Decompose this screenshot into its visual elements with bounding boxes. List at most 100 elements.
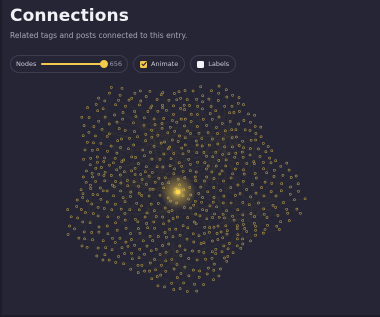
graph-node[interactable] [138,89,142,93]
graph-node[interactable] [213,212,216,216]
graph-node[interactable] [294,174,298,178]
graph-node[interactable] [249,120,252,124]
graph-node[interactable] [216,238,220,241]
graph-node[interactable] [273,168,276,172]
graph-node[interactable] [141,148,145,152]
graph-node[interactable] [94,134,97,138]
graph-node[interactable] [270,182,274,185]
graph-node[interactable] [208,230,211,234]
graph-node[interactable] [90,231,94,234]
graph-node[interactable] [87,116,91,119]
graph-node[interactable] [90,171,94,175]
graph-node[interactable] [185,98,189,101]
graph-node[interactable] [178,287,182,290]
graph-node[interactable] [138,103,141,107]
graph-node[interactable] [120,137,123,141]
graph-node[interactable] [175,98,179,102]
graph-node[interactable] [123,212,127,215]
graph-node[interactable] [172,288,176,291]
graph-node[interactable] [151,239,154,242]
graph-node[interactable] [115,151,119,155]
graph-node[interactable] [231,172,234,176]
graph-node[interactable] [112,194,115,198]
graph-node[interactable] [124,226,128,230]
graph-node[interactable] [113,113,116,117]
graph-node[interactable] [207,97,211,101]
graph-node[interactable] [119,189,122,193]
graph-node[interactable] [205,272,209,276]
graph-node[interactable] [91,238,94,242]
graph-node[interactable] [81,192,85,196]
graph-node[interactable] [245,188,248,191]
graph-node[interactable] [134,217,137,221]
graph-node[interactable] [205,175,208,179]
graph-node[interactable] [217,274,221,278]
graph-node[interactable] [299,211,302,215]
graph-node[interactable] [212,268,216,272]
graph-node[interactable] [76,216,79,220]
graph-node[interactable] [150,171,154,174]
graph-node[interactable] [106,149,109,153]
graph-node[interactable] [181,170,185,173]
graph-node[interactable] [206,164,210,168]
graph-node[interactable] [84,180,88,184]
graph-node[interactable] [149,202,153,206]
graph-node[interactable] [178,233,182,237]
graph-node[interactable] [173,129,177,133]
graph-node[interactable] [99,197,103,201]
graph-node[interactable] [165,108,168,112]
graph-node[interactable] [191,89,195,93]
graph-node[interactable] [129,195,132,198]
graph-node[interactable] [130,251,133,255]
center-node[interactable] [175,189,181,195]
graph-node[interactable] [185,237,189,241]
graph-node[interactable] [191,232,195,236]
graph-node[interactable] [85,245,89,249]
graph-node[interactable] [214,164,218,168]
graph-node[interactable] [216,99,220,102]
graph-node[interactable] [95,155,99,159]
graph-node[interactable] [262,167,265,171]
graph-node[interactable] [265,216,269,219]
graph-node[interactable] [120,86,124,90]
graph-node[interactable] [179,107,182,110]
graph-node[interactable] [140,204,143,208]
graph-node[interactable] [113,241,117,244]
graph-node[interactable] [238,110,241,113]
graph-node[interactable] [97,172,101,176]
graph-node[interactable] [164,269,168,273]
graph-node[interactable] [149,249,153,253]
graph-node[interactable] [148,269,151,273]
graph-node[interactable] [281,173,285,177]
graph-node[interactable] [279,220,282,224]
graph-node[interactable] [88,221,92,225]
graph-node[interactable] [229,186,233,189]
graph-node[interactable] [79,188,83,192]
graph-node[interactable] [127,98,131,102]
graph-node[interactable] [117,255,120,258]
graph-node[interactable] [97,96,100,100]
graph-node[interactable] [254,132,258,135]
graph-node[interactable] [96,193,99,197]
graph-node[interactable] [77,236,81,240]
graph-node[interactable] [98,186,102,190]
graph-node[interactable] [231,93,234,97]
graph-node[interactable] [161,91,165,94]
graph-node[interactable] [179,272,183,275]
graph-node[interactable] [66,208,70,211]
graph-node[interactable] [100,166,103,169]
graph-node[interactable] [81,220,85,224]
graph-node[interactable] [166,131,170,135]
graph-node[interactable] [223,256,226,260]
graph-node[interactable] [136,271,140,274]
graph-node[interactable] [114,221,117,225]
graph-node[interactable] [88,163,92,167]
graph-node[interactable] [90,148,94,152]
graph-node[interactable] [253,113,256,117]
graph-node[interactable] [96,246,100,250]
graph-node[interactable] [103,156,106,160]
graph-node[interactable] [242,146,245,150]
graph-node[interactable] [201,94,205,98]
graph-node[interactable] [140,264,144,267]
graph-node[interactable] [262,161,265,164]
